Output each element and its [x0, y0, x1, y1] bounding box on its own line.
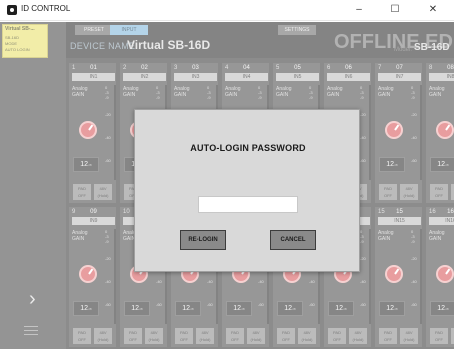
title-bar: ID CONTROL – ☐ ✕	[0, 0, 454, 21]
window-title: ID CONTROL	[21, 4, 71, 13]
cancel-button[interactable]: CANCEL	[270, 230, 316, 250]
app-logo-icon	[7, 5, 17, 15]
app-window: ID CONTROL – ☐ ✕ Virtual SB-... SB-16D M…	[0, 0, 454, 349]
auto-login-dialog: AUTO-LOGIN PASSWORD RE-LOGIN CANCEL	[134, 109, 360, 272]
password-input[interactable]	[198, 196, 298, 213]
dialog-title: AUTO-LOGIN PASSWORD	[190, 143, 306, 153]
close-button[interactable]: ✕	[420, 2, 446, 18]
relogin-button[interactable]: RE-LOGIN	[180, 230, 226, 250]
minimize-button[interactable]: –	[346, 2, 372, 18]
maximize-button[interactable]: ☐	[382, 2, 408, 18]
